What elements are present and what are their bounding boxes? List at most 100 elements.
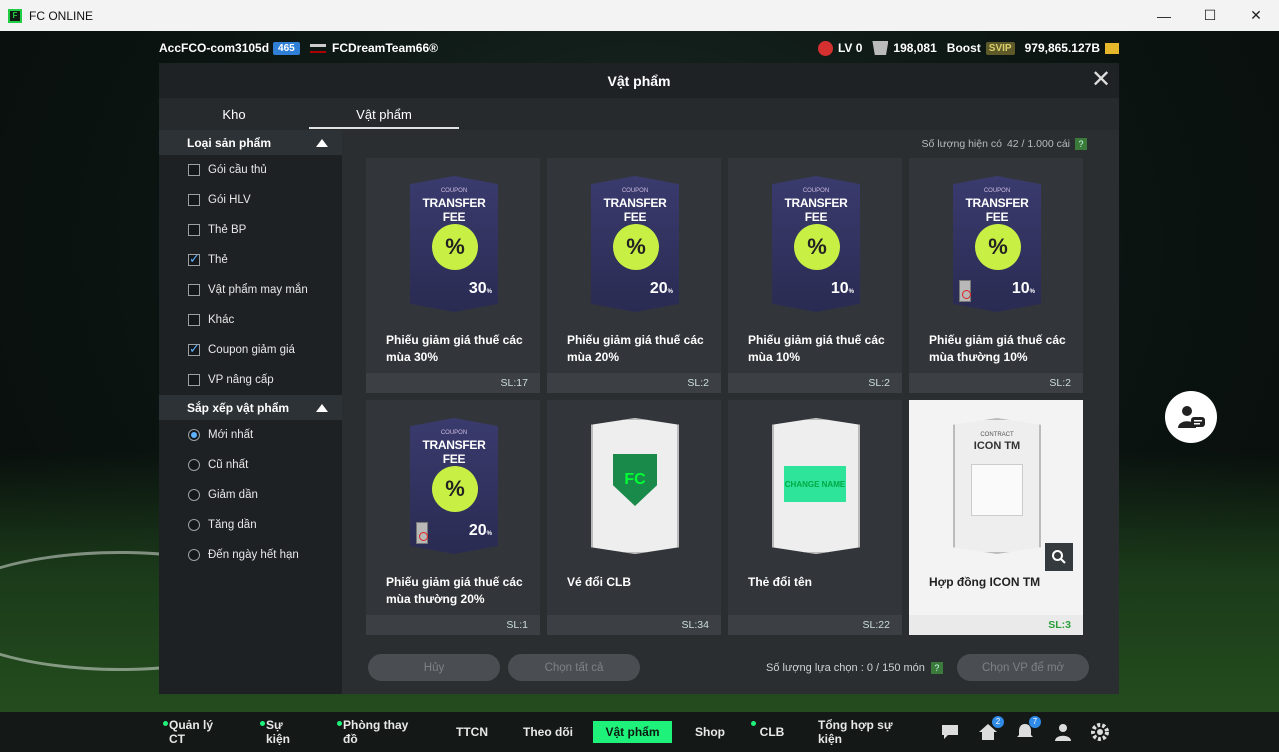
close-window-button[interactable]: ✕ [1233, 0, 1279, 31]
settings-icon[interactable] [1088, 720, 1112, 744]
item-card[interactable]: COUPON TRANSFER FEE% 20% Phiếu giảm giá thu… [366, 400, 540, 635]
zoom-button[interactable] [1045, 543, 1073, 571]
account-info: AccFCO-com3105d 465 [159, 41, 300, 55]
nav-item[interactable]: Theo dõi [520, 721, 576, 743]
bp-stat: 198,081 [872, 41, 937, 55]
checkbox[interactable] [188, 224, 200, 236]
tab-kho[interactable]: Kho [159, 101, 309, 129]
radio-button[interactable] [188, 459, 200, 471]
checkbox[interactable] [188, 314, 200, 326]
sort-option-label: Giảm dần [208, 489, 258, 501]
nav-item-label: CLB [759, 725, 785, 739]
sort-option-label: Mới nhất [208, 429, 254, 441]
chat-icon[interactable] [938, 720, 962, 744]
nav-item-label: TTCN [456, 725, 488, 739]
item-card[interactable]: CONTRACT ICON TM Hợp đồng ICON TM SL:3 [909, 400, 1083, 635]
coupon-top-label: COUPON [802, 188, 830, 194]
window-title: FC ONLINE [29, 8, 94, 23]
boost-stat[interactable]: Boost SVIP [947, 41, 1015, 55]
nav-item[interactable]: Phòng thay đồ [337, 718, 421, 746]
nav-item[interactable]: Sự kiện [260, 718, 306, 746]
tab-vat-pham[interactable]: Vật phẩm [309, 101, 459, 129]
type-filter-option[interactable]: VP nâng cấp [159, 365, 342, 395]
nav-item[interactable]: CLB [751, 721, 787, 743]
bell-icon[interactable]: 7 [1013, 716, 1041, 744]
user-chat-icon [1178, 406, 1205, 428]
type-filter-option[interactable]: Khác [159, 305, 342, 335]
contract-paper-icon [971, 464, 1023, 516]
coins-stat: 979,865.127B [1025, 41, 1119, 55]
discount-label: 10% [1012, 280, 1035, 298]
nav-item[interactable]: Shop [690, 721, 730, 743]
checkbox[interactable] [188, 194, 200, 206]
item-card[interactable]: COUPON TRANSFER FEE% 10% Phiếu giảm giá thu… [728, 158, 902, 393]
modal-close-button[interactable]: ✕ [1091, 68, 1111, 92]
discount-value: 20 [468, 522, 487, 539]
modal-title: Vật phẩm [607, 72, 671, 89]
select-all-button[interactable]: Chọn tất cả [508, 654, 640, 681]
item-card[interactable]: COUPON TRANSFER FEE% 30% Phiếu giảm giá thu… [366, 158, 540, 393]
checkbox[interactable] [188, 341, 200, 357]
coupon-title: TRANSFER FEE [603, 196, 667, 224]
selection-count-label: Số lượng lựa chọn : 0 / 150 món [766, 662, 925, 674]
type-filter-option[interactable]: Gói cầu thủ [159, 155, 342, 185]
notification-dot [260, 721, 265, 726]
sort-section-header[interactable]: Sắp xếp vật phẩm [159, 395, 342, 420]
radio-button[interactable] [188, 489, 200, 501]
checkbox[interactable] [188, 284, 200, 296]
help-icon[interactable]: ? [1075, 138, 1087, 150]
coupon-top-label: COUPON [983, 188, 1011, 194]
item-card[interactable]: COUPON TRANSFER FEE% 10% Phiếu giảm giá thu… [909, 158, 1083, 393]
nav-item[interactable]: TTCN [452, 721, 492, 743]
collapse-up-icon [316, 403, 328, 412]
nav-item[interactable]: Vật phẩm [593, 721, 672, 743]
type-filter-option[interactable]: Thẻ [159, 245, 342, 275]
account-name: AccFCO-com3105d [159, 41, 270, 55]
minimize-button[interactable]: — [1141, 0, 1187, 31]
support-chat-button[interactable] [1165, 391, 1217, 443]
sort-option-label: Đến ngày hết hạn [208, 549, 299, 561]
percent-badge-icon: % [794, 224, 840, 270]
item-card[interactable]: CHANGE NAME Thẻ đổi tên SL:22 [728, 400, 902, 635]
top-status-bar: AccFCO-com3105d 465 FCDreamTeam66® LV 0 … [0, 31, 1279, 65]
type-filter-label: Thẻ BP [208, 224, 247, 236]
type-filter-option[interactable]: Coupon giảm giá [159, 335, 342, 365]
bp-value: 198,081 [893, 41, 937, 55]
coupon-top-label: COUPON [621, 188, 649, 194]
radio-button[interactable] [188, 549, 200, 561]
sort-option[interactable]: Mới nhất [159, 420, 342, 450]
help-icon[interactable]: ? [930, 662, 943, 674]
item-quantity: SL:1 [366, 615, 540, 635]
home-icon[interactable]: 2 [976, 716, 1004, 744]
nav-item[interactable]: Quản lý CT [163, 718, 231, 746]
contract-title: ICON TM [973, 440, 1021, 452]
discount-label: 30% [469, 280, 492, 298]
type-filter-option[interactable]: Thẻ BP [159, 215, 342, 245]
sort-option[interactable]: Đến ngày hết hạn [159, 540, 342, 570]
nav-item[interactable]: Tổng hợp sự kiện [818, 718, 908, 746]
radio-button[interactable] [188, 429, 200, 441]
open-selected-button[interactable]: Chọn VP để mở [957, 654, 1089, 681]
checkbox[interactable] [188, 374, 200, 386]
modal-tabs: Kho Vật phẩm [159, 101, 459, 129]
item-quantity: SL:2 [728, 373, 902, 393]
item-card[interactable]: FC Vé đổi CLB SL:34 [547, 400, 721, 635]
sort-option[interactable]: Tăng dần [159, 510, 342, 540]
maximize-button[interactable]: ☐ [1187, 0, 1233, 31]
radio-button[interactable] [188, 519, 200, 531]
type-filter-option[interactable]: Gói HLV [159, 185, 342, 215]
untradable-warning-icon [416, 522, 428, 544]
checkbox[interactable] [188, 251, 200, 267]
discount-value: 10 [1011, 280, 1030, 297]
type-section-header[interactable]: Loại sản phẩm [159, 130, 342, 155]
level-value: LV 0 [837, 41, 863, 55]
profile-icon[interactable] [1051, 720, 1075, 744]
sort-option[interactable]: Cũ nhất [159, 450, 342, 480]
selection-count: Số lượng lựa chọn : 0 / 150 món ? [766, 662, 943, 674]
sort-option[interactable]: Giảm dần [159, 480, 342, 510]
type-filter-option[interactable]: Vật phẩm may mắn [159, 275, 342, 305]
level-stat: LV 0 [817, 40, 863, 56]
item-card[interactable]: COUPON TRANSFER FEE% 20% Phiếu giảm giá thu… [547, 158, 721, 393]
checkbox[interactable] [188, 164, 200, 176]
cancel-button[interactable]: Hủy [368, 654, 500, 681]
